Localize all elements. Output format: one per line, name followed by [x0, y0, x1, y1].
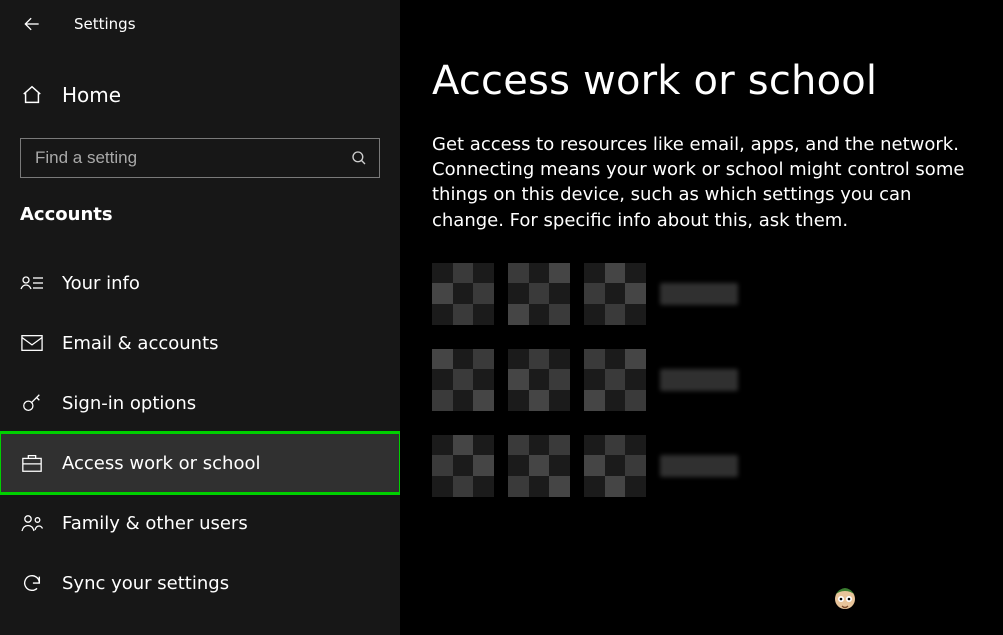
nav-item-signin-options[interactable]: Sign-in options — [0, 373, 400, 433]
search-icon — [350, 149, 368, 167]
nav-item-access-work-school[interactable]: Access work or school — [0, 433, 400, 493]
section-title: Accounts — [20, 204, 400, 225]
mail-icon — [20, 331, 44, 355]
redacted-text — [660, 369, 738, 391]
home-nav[interactable]: Home — [0, 66, 400, 124]
connected-account-item[interactable] — [432, 435, 983, 497]
connected-account-item[interactable] — [432, 349, 983, 411]
nav-label: Your info — [62, 273, 140, 294]
nav-list: Your info Email & accounts Sign-in optio… — [0, 253, 400, 613]
redacted-text — [660, 283, 738, 305]
redacted-icon — [432, 349, 646, 411]
nav-label: Family & other users — [62, 513, 248, 534]
nav-label: Sync your settings — [62, 573, 229, 594]
nav-label: Sign-in options — [62, 393, 196, 414]
nav-item-your-info[interactable]: Your info — [0, 253, 400, 313]
connected-accounts-list — [432, 263, 983, 497]
nav-item-email-accounts[interactable]: Email & accounts — [0, 313, 400, 373]
redacted-text — [660, 455, 738, 477]
sidebar: Settings Home Accounts — [0, 0, 400, 635]
home-label: Home — [62, 83, 121, 107]
search-field-wrap — [20, 138, 380, 178]
briefcase-icon — [20, 451, 44, 475]
connected-account-item[interactable] — [432, 263, 983, 325]
main-panel: Access work or school Get access to reso… — [400, 0, 1003, 635]
user-card-icon — [20, 271, 44, 295]
search-input[interactable] — [20, 138, 380, 178]
titlebar: Settings — [0, 0, 400, 48]
nav-label: Email & accounts — [62, 333, 219, 354]
redacted-icon — [432, 435, 646, 497]
sync-icon — [20, 571, 44, 595]
app-title: Settings — [74, 15, 136, 33]
home-icon — [20, 84, 44, 106]
nav-item-sync-settings[interactable]: Sync your settings — [0, 553, 400, 613]
key-icon — [20, 391, 44, 415]
avatar-sticker — [827, 579, 863, 615]
back-arrow-icon — [22, 14, 42, 34]
nav-item-family-users[interactable]: Family & other users — [0, 493, 400, 553]
page-heading: Access work or school — [432, 58, 983, 104]
nav-label: Access work or school — [62, 453, 260, 474]
people-icon — [20, 511, 44, 535]
redacted-icon — [432, 263, 646, 325]
back-button[interactable] — [18, 10, 46, 38]
page-description: Get access to resources like email, apps… — [432, 132, 983, 233]
